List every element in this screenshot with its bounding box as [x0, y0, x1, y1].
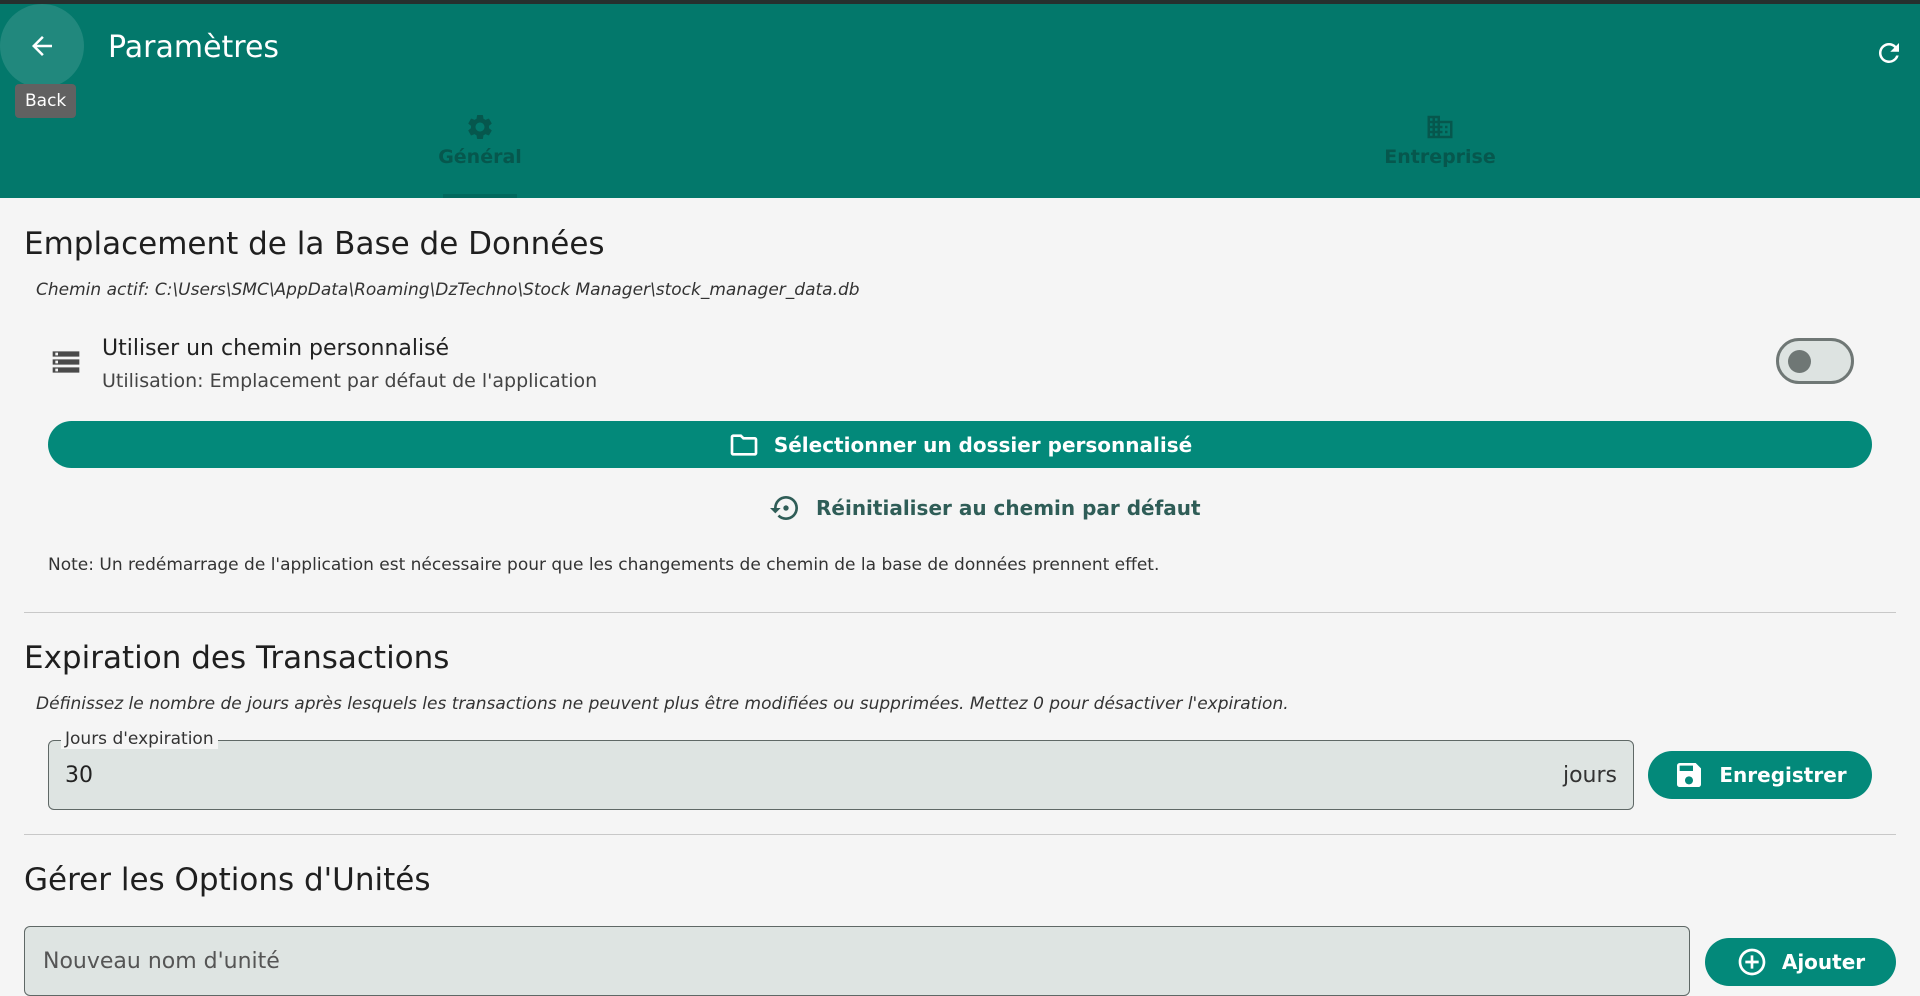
- units-section-title: Gérer les Options d'Unités: [24, 862, 431, 898]
- reset-path-button[interactable]: Réinitialiser au chemin par défaut: [770, 488, 1201, 528]
- tab-general-label: Général: [438, 146, 522, 168]
- select-folder-label: Sélectionner un dossier personnalisé: [773, 432, 1193, 457]
- arrow-left-icon: [32, 36, 52, 56]
- tab-general[interactable]: Général: [380, 104, 580, 198]
- reset-path-label: Réinitialiser au chemin par défaut: [816, 496, 1201, 520]
- app-bar: Back Paramètres Général Entreprise: [0, 4, 1920, 198]
- expiration-description: Définissez le nombre de jours après lesq…: [36, 694, 1289, 714]
- expiration-field-label: Jours d'expiration: [61, 729, 218, 749]
- building-icon: [1427, 115, 1453, 139]
- tab-entreprise-label: Entreprise: [1384, 146, 1496, 168]
- new-unit-placeholder: Nouveau nom d'unité: [43, 949, 280, 974]
- database-section-title: Emplacement de la Base de Données: [24, 226, 605, 262]
- custom-path-toggle[interactable]: [1776, 338, 1854, 384]
- toggle-knob: [1788, 350, 1811, 373]
- save-icon: [1677, 763, 1702, 787]
- expiration-section-title: Expiration des Transactions: [24, 640, 450, 676]
- active-path-text: Chemin actif: C:\Users\SMC\AppData\Roami…: [36, 280, 860, 300]
- expiration-days-suffix: jours: [1562, 763, 1617, 788]
- back-button[interactable]: [0, 4, 84, 88]
- save-button[interactable]: Enregistrer: [1648, 751, 1872, 799]
- storage-icon: [52, 351, 80, 373]
- new-unit-input[interactable]: Nouveau nom d'unité: [24, 926, 1690, 996]
- section-divider: [24, 612, 1896, 613]
- expiration-days-value: 30: [65, 763, 93, 788]
- restore-icon: [770, 496, 798, 520]
- refresh-icon: [1878, 42, 1899, 63]
- refresh-button[interactable]: [1864, 28, 1914, 78]
- custom-path-title: Utiliser un chemin personnalisé: [102, 336, 450, 361]
- page-title: Paramètres: [108, 30, 280, 65]
- gear-icon: [468, 115, 492, 139]
- custom-path-subtitle: Utilisation: Emplacement par défaut de l…: [102, 370, 598, 392]
- save-label: Enregistrer: [1719, 763, 1847, 787]
- select-folder-button[interactable]: Sélectionner un dossier personnalisé: [48, 421, 1872, 468]
- add-circle-icon: [1738, 948, 1766, 976]
- settings-content: Emplacement de la Base de Données Chemin…: [0, 198, 1920, 996]
- tab-entreprise[interactable]: Entreprise: [1340, 104, 1540, 198]
- restart-note: Note: Un redémarrage de l'application es…: [48, 555, 1160, 575]
- expiration-days-field[interactable]: Jours d'expiration 30 jours: [48, 729, 1634, 810]
- section-divider: [24, 834, 1896, 835]
- add-unit-label: Ajouter: [1781, 950, 1866, 974]
- folder-icon: [730, 433, 758, 456]
- back-tooltip: Back: [15, 84, 77, 118]
- add-unit-button[interactable]: Ajouter: [1705, 938, 1896, 986]
